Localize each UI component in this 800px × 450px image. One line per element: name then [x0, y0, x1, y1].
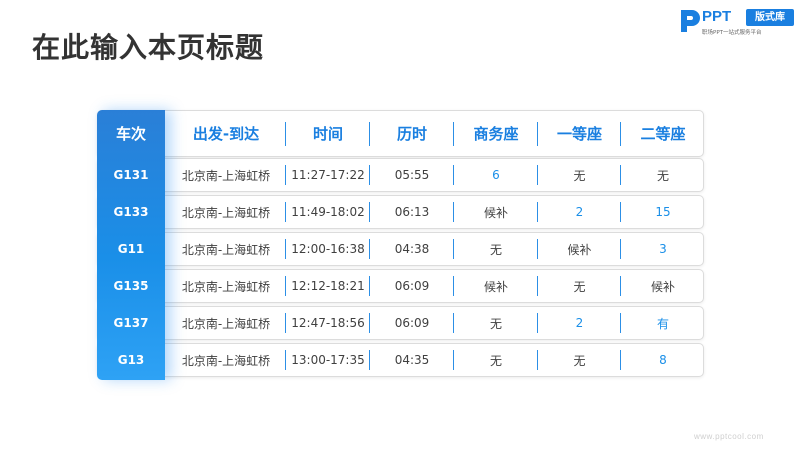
ppt-logo[interactable]: PPT 版式库 职场PPT一站式服务平台 — [678, 8, 794, 38]
logo-subtitle: 职场PPT一站式服务平台 — [702, 30, 762, 36]
cell-time: 13:00-17:35 — [286, 344, 370, 376]
table-row: 北京南-上海虹桥 12:00-16:38 04:38 无 候补 3 — [97, 232, 704, 266]
cell-train-number: G13 — [117, 353, 145, 367]
logo-p-icon — [681, 10, 700, 32]
cell-duration: 06:09 — [370, 307, 454, 339]
cell-second-class: 8 — [659, 353, 667, 367]
cell-business-seat: 无 — [454, 344, 538, 376]
cell-duration: 05:55 — [370, 159, 454, 191]
cell-second-class: 有 — [656, 316, 669, 331]
cell-first-class: 2 — [538, 196, 621, 228]
cell-train-number: G133 — [113, 205, 149, 219]
cell-route: 北京南-上海虹桥 — [166, 196, 286, 228]
cell-first-class: 无 — [538, 344, 621, 376]
cell-first-class: 候补 — [538, 233, 621, 265]
header-second-class: 二等座 — [640, 125, 686, 143]
cell-duration: 06:09 — [370, 270, 454, 302]
cell-route: 北京南-上海虹桥 — [166, 270, 286, 302]
cell-route: 北京南-上海虹桥 — [166, 344, 286, 376]
cell-duration: 04:38 — [370, 233, 454, 265]
table-row: 北京南-上海虹桥 11:27-17:22 05:55 6 无 无 — [97, 158, 704, 192]
header-time: 时间 — [286, 111, 370, 156]
cell-time: 12:47-18:56 — [286, 307, 370, 339]
cell-business-seat: 候补 — [454, 270, 538, 302]
cell-train-number: G11 — [117, 242, 145, 256]
cell-business-seat: 无 — [454, 233, 538, 265]
logo-badge: 版式库 — [746, 9, 794, 26]
table-row: 北京南-上海虹桥 13:00-17:35 04:35 无 无 8 — [97, 343, 704, 377]
cell-time: 11:49-18:02 — [286, 196, 370, 228]
footer-url: www.pptcool.com — [694, 432, 764, 441]
cell-train-number: G137 — [113, 316, 149, 330]
table-row: 北京南-上海虹桥 11:49-18:02 06:13 候补 2 15 — [97, 195, 704, 229]
table-row: 北京南-上海虹桥 12:12-18:21 06:09 候补 无 候补 — [97, 269, 704, 303]
cell-duration: 06:13 — [370, 196, 454, 228]
cell-time: 12:00-16:38 — [286, 233, 370, 265]
header-train-number: 车次 — [115, 125, 146, 143]
cell-time: 12:12-18:21 — [286, 270, 370, 302]
cell-train-number: G135 — [113, 279, 149, 293]
table-header-row: 出发-到达 时间 历时 商务座 一等座 二等座 — [97, 110, 704, 157]
cell-train-number: G131 — [113, 168, 149, 182]
header-first-class: 一等座 — [538, 111, 621, 156]
header-duration: 历时 — [370, 111, 454, 156]
logo-ppt-text: PPT — [702, 8, 732, 25]
cell-route: 北京南-上海虹桥 — [166, 307, 286, 339]
cell-second-class: 15 — [655, 205, 671, 219]
cell-business-seat: 候补 — [454, 196, 538, 228]
cell-route: 北京南-上海虹桥 — [166, 233, 286, 265]
cell-second-class: 3 — [659, 242, 667, 256]
page-title: 在此输入本页标题 — [32, 31, 265, 64]
cell-first-class: 2 — [538, 307, 621, 339]
cell-second-class: 无 — [656, 168, 669, 183]
table-row: 北京南-上海虹桥 12:47-18:56 06:09 无 2 有 — [97, 306, 704, 340]
cell-first-class: 无 — [538, 270, 621, 302]
train-timetable: 出发-到达 时间 历时 商务座 一等座 二等座 北京南-上海虹桥 11:27-1… — [97, 110, 704, 380]
cell-time: 11:27-17:22 — [286, 159, 370, 191]
cell-route: 北京南-上海虹桥 — [166, 159, 286, 191]
cell-duration: 04:35 — [370, 344, 454, 376]
cell-business-seat: 6 — [454, 159, 538, 191]
header-business-seat: 商务座 — [454, 111, 538, 156]
cell-second-class: 候补 — [650, 279, 675, 294]
cell-business-seat: 无 — [454, 307, 538, 339]
header-route: 出发-到达 — [166, 111, 286, 156]
cell-first-class: 无 — [538, 159, 621, 191]
